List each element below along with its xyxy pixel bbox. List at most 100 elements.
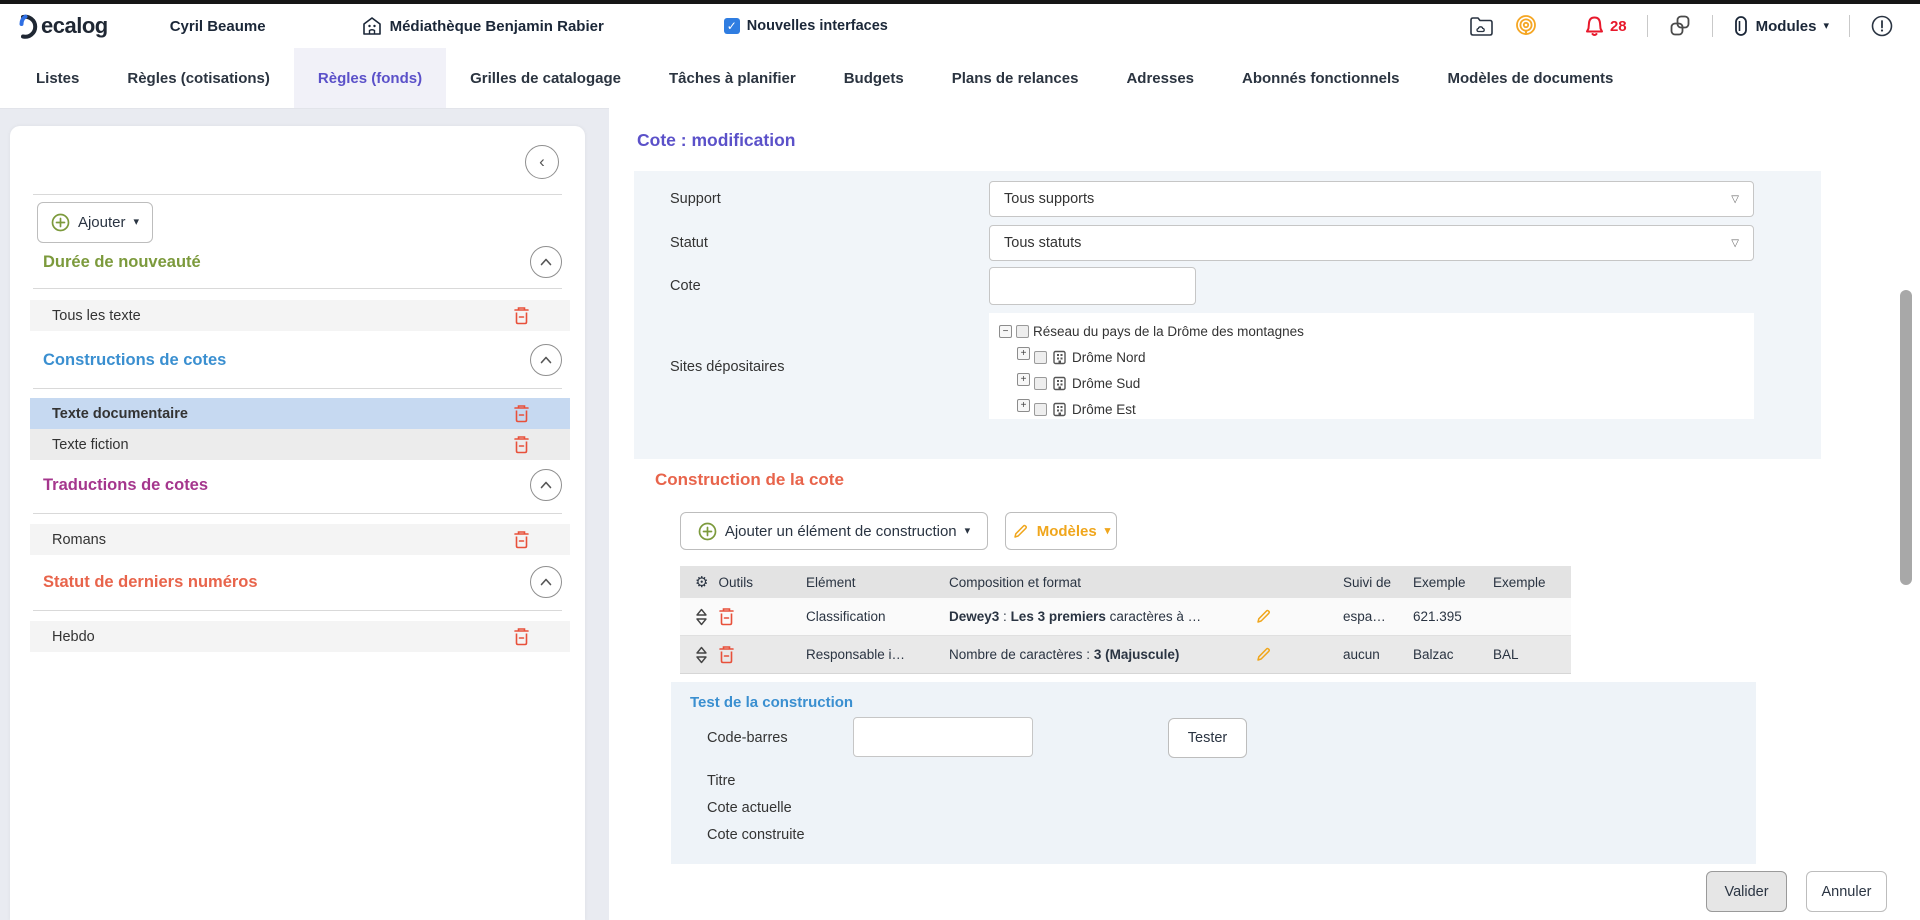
add-construction-element-button[interactable]: Ajouter un élément de construction ▾ bbox=[680, 512, 988, 550]
divider bbox=[33, 388, 562, 389]
column-header-composition: Composition et format bbox=[949, 575, 1255, 590]
section-collapse-button[interactable] bbox=[530, 566, 562, 598]
sidebar-collapse-button[interactable]: ‹ bbox=[525, 145, 559, 179]
delete-icon[interactable] bbox=[513, 435, 530, 454]
tree-checkbox[interactable] bbox=[1034, 351, 1047, 364]
tester-button[interactable]: Tester bbox=[1168, 718, 1247, 758]
modules-menu[interactable]: Modules ▾ bbox=[1733, 15, 1829, 37]
tree-expand-icon[interactable]: + bbox=[1017, 373, 1030, 386]
delete-icon[interactable] bbox=[513, 530, 530, 549]
tree-checkbox[interactable] bbox=[1016, 325, 1029, 338]
section-collapse-button[interactable] bbox=[530, 344, 562, 376]
beacon-icon[interactable] bbox=[1514, 14, 1538, 38]
tab-regles-fonds[interactable]: Règles (fonds) bbox=[294, 48, 446, 108]
exemple1-cell: Balzac bbox=[1413, 647, 1493, 662]
main-nav: Listes Règles (cotisations) Règles (fond… bbox=[0, 48, 1920, 108]
section-constructions-cotes: Constructions de cotes bbox=[43, 344, 562, 376]
gear-icon: ⚙ bbox=[695, 573, 708, 591]
list-item-romans[interactable]: Romans bbox=[30, 524, 570, 555]
tree-child-row[interactable]: + Drôme Sud bbox=[999, 370, 1744, 396]
tab-abonnes-fonctionnels[interactable]: Abonnés fonctionnels bbox=[1218, 48, 1424, 108]
column-header-exemple2: Exemple bbox=[1493, 575, 1571, 590]
cote-form: Support Tous supports ▽ Statut Tous stat… bbox=[634, 171, 1821, 459]
tab-listes[interactable]: Listes bbox=[12, 48, 103, 108]
delete-icon[interactable] bbox=[513, 404, 530, 423]
tab-regles-cotisations[interactable]: Règles (cotisations) bbox=[103, 48, 294, 108]
delete-icon[interactable] bbox=[513, 627, 530, 646]
chevron-down-icon: ▾ bbox=[134, 217, 140, 228]
header-divider bbox=[1712, 15, 1713, 37]
statut-select[interactable]: Tous statuts ▽ bbox=[989, 225, 1754, 261]
list-item-label: Romans bbox=[52, 532, 106, 548]
header-divider bbox=[1849, 15, 1850, 37]
construction-test-panel: Test de la construction Code-barres Test… bbox=[671, 682, 1756, 864]
tester-button-label: Tester bbox=[1188, 730, 1228, 746]
column-header-suivi: Suivi de bbox=[1343, 575, 1413, 590]
list-item-tous-les-texte[interactable]: Tous les texte bbox=[30, 300, 570, 331]
edit-pencil-icon[interactable] bbox=[1255, 646, 1272, 663]
models-button[interactable]: Modèles ▾ bbox=[1005, 512, 1117, 550]
plus-circle-icon bbox=[51, 213, 70, 232]
tab-budgets[interactable]: Budgets bbox=[820, 48, 928, 108]
tree-root-row[interactable]: − Réseau du pays de la Drôme des montagn… bbox=[999, 318, 1744, 344]
validate-button[interactable]: Valider bbox=[1706, 871, 1787, 912]
list-item-hebdo[interactable]: Hebdo bbox=[30, 621, 570, 652]
element-cell: Classification bbox=[806, 609, 949, 624]
add-button-label: Ajouter bbox=[78, 214, 126, 231]
support-select[interactable]: Tous supports ▽ bbox=[989, 181, 1754, 217]
add-button[interactable]: Ajouter ▾ bbox=[37, 202, 153, 243]
new-interfaces-toggle[interactable]: ✓ Nouvelles interfaces bbox=[724, 18, 888, 34]
tree-checkbox[interactable] bbox=[1034, 403, 1047, 416]
info-icon[interactable] bbox=[1870, 14, 1894, 38]
tab-grilles-catalogage[interactable]: Grilles de catalogage bbox=[446, 48, 645, 108]
delete-icon[interactable] bbox=[513, 306, 530, 325]
column-header-element: Elément bbox=[806, 575, 949, 590]
chevron-up-icon bbox=[540, 481, 552, 489]
page-title: Cote : modification bbox=[637, 130, 795, 151]
models-button-label: Modèles bbox=[1037, 523, 1097, 540]
section-title: Statut de derniers numéros bbox=[43, 573, 258, 592]
tab-plans-relances[interactable]: Plans de relances bbox=[928, 48, 1103, 108]
section-collapse-button[interactable] bbox=[530, 246, 562, 278]
list-item-texte-documentaire[interactable]: Texte documentaire bbox=[30, 398, 570, 429]
composition-cell: Dewey3 : Les 3 premiers caractères à … bbox=[949, 609, 1255, 624]
chevron-down-icon: ▽ bbox=[1731, 238, 1739, 249]
vertical-scrollbar[interactable] bbox=[1900, 290, 1912, 585]
new-interfaces-checkbox[interactable]: ✓ bbox=[724, 18, 740, 34]
tree-collapse-icon[interactable]: − bbox=[999, 325, 1012, 338]
section-duree-nouveaute: Durée de nouveauté bbox=[43, 246, 562, 278]
tab-adresses[interactable]: Adresses bbox=[1102, 48, 1218, 108]
list-item-label: Tous les texte bbox=[52, 308, 141, 324]
site-building-icon bbox=[1051, 375, 1068, 392]
section-collapse-button[interactable] bbox=[530, 469, 562, 501]
folder-cloud-icon[interactable] bbox=[1469, 15, 1494, 38]
tree-child-row[interactable]: + Drôme Est bbox=[999, 396, 1744, 422]
tab-modeles-documents[interactable]: Modèles de documents bbox=[1424, 48, 1638, 108]
tree-checkbox[interactable] bbox=[1034, 377, 1047, 390]
cote-actuelle-label: Cote actuelle bbox=[707, 800, 792, 816]
delete-icon[interactable] bbox=[718, 607, 735, 626]
pencil-icon bbox=[1012, 523, 1029, 540]
tree-root-label: Réseau du pays de la Drôme des montagnes bbox=[1033, 324, 1304, 339]
cancel-button[interactable]: Annuler bbox=[1806, 871, 1887, 912]
current-user: Cyril Beaume bbox=[170, 18, 266, 35]
tab-taches-planifier[interactable]: Tâches à planifier bbox=[645, 48, 820, 108]
reorder-icon[interactable] bbox=[695, 646, 708, 664]
sites-tree: − Réseau du pays de la Drôme des montagn… bbox=[989, 313, 1754, 419]
reorder-icon[interactable] bbox=[695, 608, 708, 626]
current-library[interactable]: Médiathèque Benjamin Rabier bbox=[361, 15, 604, 37]
tree-child-row[interactable]: + Drôme Nord bbox=[999, 344, 1744, 370]
section-title: Durée de nouveauté bbox=[43, 253, 201, 272]
link-icon[interactable] bbox=[1668, 14, 1692, 38]
notifications[interactable]: 28 bbox=[1584, 15, 1627, 38]
tree-expand-icon[interactable]: + bbox=[1017, 399, 1030, 412]
delete-icon[interactable] bbox=[718, 645, 735, 664]
list-item-label: Hebdo bbox=[52, 629, 95, 645]
list-item-texte-fiction[interactable]: Texte fiction bbox=[30, 429, 570, 460]
divider bbox=[33, 513, 562, 514]
barcode-input[interactable] bbox=[853, 717, 1033, 757]
edit-pencil-icon[interactable] bbox=[1255, 608, 1272, 625]
tree-expand-icon[interactable]: + bbox=[1017, 347, 1030, 360]
support-value: Tous supports bbox=[1004, 191, 1094, 207]
cote-input[interactable] bbox=[989, 267, 1196, 305]
